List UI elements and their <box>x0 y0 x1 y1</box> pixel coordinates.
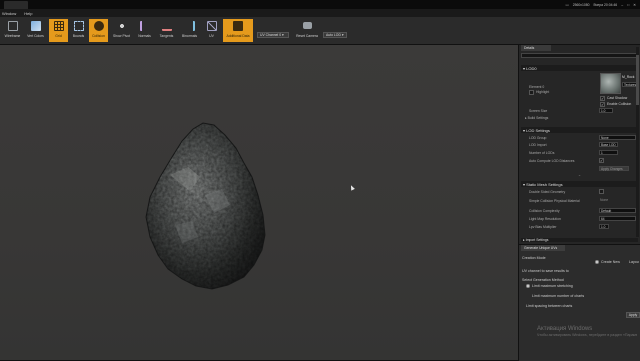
generate-uv-panel: Generate Unique UVs Creation Mode Create… <box>519 244 640 361</box>
lod-dropdown[interactable]: Auto LOD ▾ <box>323 32 347 38</box>
menu-bar: Window Help <box>0 9 640 17</box>
tray-clock: Вчера 20:04:46 <box>593 2 618 7</box>
bounds-button[interactable]: Bounds <box>69 19 88 42</box>
tangents-icon <box>161 21 172 31</box>
uv-channel-dropdown[interactable]: UV Channel 0 ▾ <box>257 32 289 38</box>
vert-colors-button[interactable]: Vert Colors <box>26 19 45 42</box>
additional-data-icon <box>233 21 243 31</box>
wireframe-button[interactable]: Wireframe <box>3 19 22 42</box>
lpv-bias-label: Lpv Bias Multiplier <box>529 225 557 229</box>
screen-size-label: Screen Size <box>529 109 548 113</box>
collision-complexity-dropdown[interactable]: Default <box>599 208 636 213</box>
lod-group-label: LOD Group <box>529 136 547 140</box>
double-sided-label: Double Sided Geometry <box>529 190 566 194</box>
layout-label[interactable]: Layout <box>629 260 639 264</box>
cast-shadow-checkbox[interactable] <box>600 96 605 101</box>
screen-size-field[interactable]: 1.0 <box>599 108 613 113</box>
double-sided-checkbox[interactable] <box>599 189 604 194</box>
additional-data-button[interactable]: Additional Data <box>223 19 253 42</box>
tab-generate-uvs[interactable]: Generate Unique UVs <box>521 245 565 251</box>
cast-shadow-label: Cast Shadow <box>607 96 628 100</box>
simple-collision-label: Simple Collision Physical Material <box>529 199 580 203</box>
light-map-res-label: Light Map Resolution <box>529 217 561 221</box>
normals-icon <box>139 21 150 31</box>
section-lod-settings[interactable]: ▾ LOD Settings <box>521 127 638 133</box>
details-search-input[interactable] <box>521 53 638 58</box>
auto-compute-label: Auto Compute LOD Distances <box>529 159 575 163</box>
uv-button[interactable]: UV <box>202 19 221 42</box>
grid-icon <box>53 21 64 31</box>
watermark-subtitle: Чтобы активировать Windows, перейдите в … <box>537 333 637 337</box>
section-lod0[interactable]: ▾ LOD0 <box>521 65 638 71</box>
grid-button[interactable]: Grid <box>49 19 68 42</box>
windows-activation-watermark: Активация Windows Чтобы активировать Win… <box>537 326 637 337</box>
system-tray: ▭ 2560x1080 Вчера 20:04:46 – □ ✕ <box>565 1 636 8</box>
section-static-mesh-settings[interactable]: ▾ Static Mesh Settings <box>521 181 638 187</box>
close-icon[interactable]: ✕ <box>633 3 636 7</box>
watermark-title: Активация Windows <box>537 326 593 332</box>
limit-stretching-label: Limit maximum stretching <box>532 284 573 288</box>
apply-changes-button[interactable]: Apply Changes <box>599 166 629 171</box>
tangents-button[interactable]: Tangents <box>157 19 176 42</box>
details-scrollbar-thumb[interactable] <box>636 55 639 105</box>
maximize-icon[interactable]: □ <box>627 3 629 7</box>
uv-channel-label: UV channel to save results to <box>522 269 569 273</box>
enable-collision-checkbox[interactable] <box>600 102 605 107</box>
minimize-icon[interactable]: – <box>621 3 623 7</box>
lpv-bias-field[interactable]: 1.0 <box>599 224 609 229</box>
collision-complexity-label: Collision Complexity <box>529 209 560 213</box>
viewport-toolbar: Wireframe Vert Colors Grid Bounds Collis… <box>0 17 640 45</box>
camera-icon <box>302 22 312 29</box>
collision-button[interactable]: Collision <box>89 19 108 42</box>
lod-import-label: LOD Import <box>529 143 547 147</box>
highlight-label: Highlight <box>536 90 550 94</box>
monitor-icon: ▭ <box>565 2 569 7</box>
material-thumbnail[interactable] <box>600 73 621 94</box>
enable-collision-label: Enable Collision <box>607 102 632 106</box>
reset-camera-button[interactable]: Reset Camera <box>293 19 321 42</box>
select-method-label: Select Generation Method <box>522 278 564 282</box>
3d-viewport[interactable] <box>0 45 518 360</box>
rock-mesh <box>145 122 266 290</box>
number-of-lods-label: Number of LODs <box>529 151 555 155</box>
lod-import-dropdown[interactable]: Base LOD <box>599 142 618 147</box>
binormals-icon <box>185 21 195 31</box>
create-new-radio[interactable] <box>595 260 599 264</box>
limit-charts-label: Limit maximum number of charts <box>532 294 585 298</box>
material-name: M_Rock <box>622 75 635 79</box>
lod-group-dropdown[interactable]: None <box>599 135 636 140</box>
menu-item-window[interactable]: Window <box>2 11 16 16</box>
normals-button[interactable]: Normals <box>135 19 154 42</box>
build-settings-expander[interactable]: ▸ Build Settings <box>525 116 548 120</box>
auto-compute-checkbox[interactable] <box>599 158 604 163</box>
pivot-icon <box>116 21 127 31</box>
binormals-button[interactable]: Binormals <box>180 19 199 42</box>
uv-icon <box>206 21 217 31</box>
apply-button[interactable]: Apply <box>626 312 640 318</box>
element-label: Element 0 <box>529 85 545 89</box>
limit-spacing-label: Limit spacing between charts <box>526 304 573 308</box>
tray-resolution: 2560x1080 <box>572 2 590 7</box>
chevron-down-icon[interactable]: ⌄ <box>521 173 638 177</box>
creation-mode-label: Creation Mode <box>522 256 546 260</box>
vert-colors-icon <box>30 21 41 31</box>
window-titlebar: ▭ 2560x1080 Вчера 20:04:46 – □ ✕ <box>0 0 640 9</box>
show-pivot-button[interactable]: Show Pivot <box>112 19 131 42</box>
editor-tab[interactable] <box>4 1 28 9</box>
create-new-label: Create New <box>601 260 620 264</box>
simple-collision-value[interactable]: None <box>600 198 608 202</box>
number-of-lods-field[interactable]: 1 <box>599 150 618 155</box>
highlight-checkbox[interactable] <box>529 90 534 95</box>
collision-icon <box>93 21 104 31</box>
wireframe-icon <box>7 21 18 31</box>
limit-stretching-radio[interactable] <box>526 284 530 288</box>
light-map-res-field[interactable]: 64 <box>599 216 636 221</box>
tab-details[interactable]: Details <box>521 45 551 51</box>
section-import-settings[interactable]: ▸ Import Settings <box>521 238 638 242</box>
menu-item-help[interactable]: Help <box>24 11 32 16</box>
bounds-icon <box>73 21 84 31</box>
